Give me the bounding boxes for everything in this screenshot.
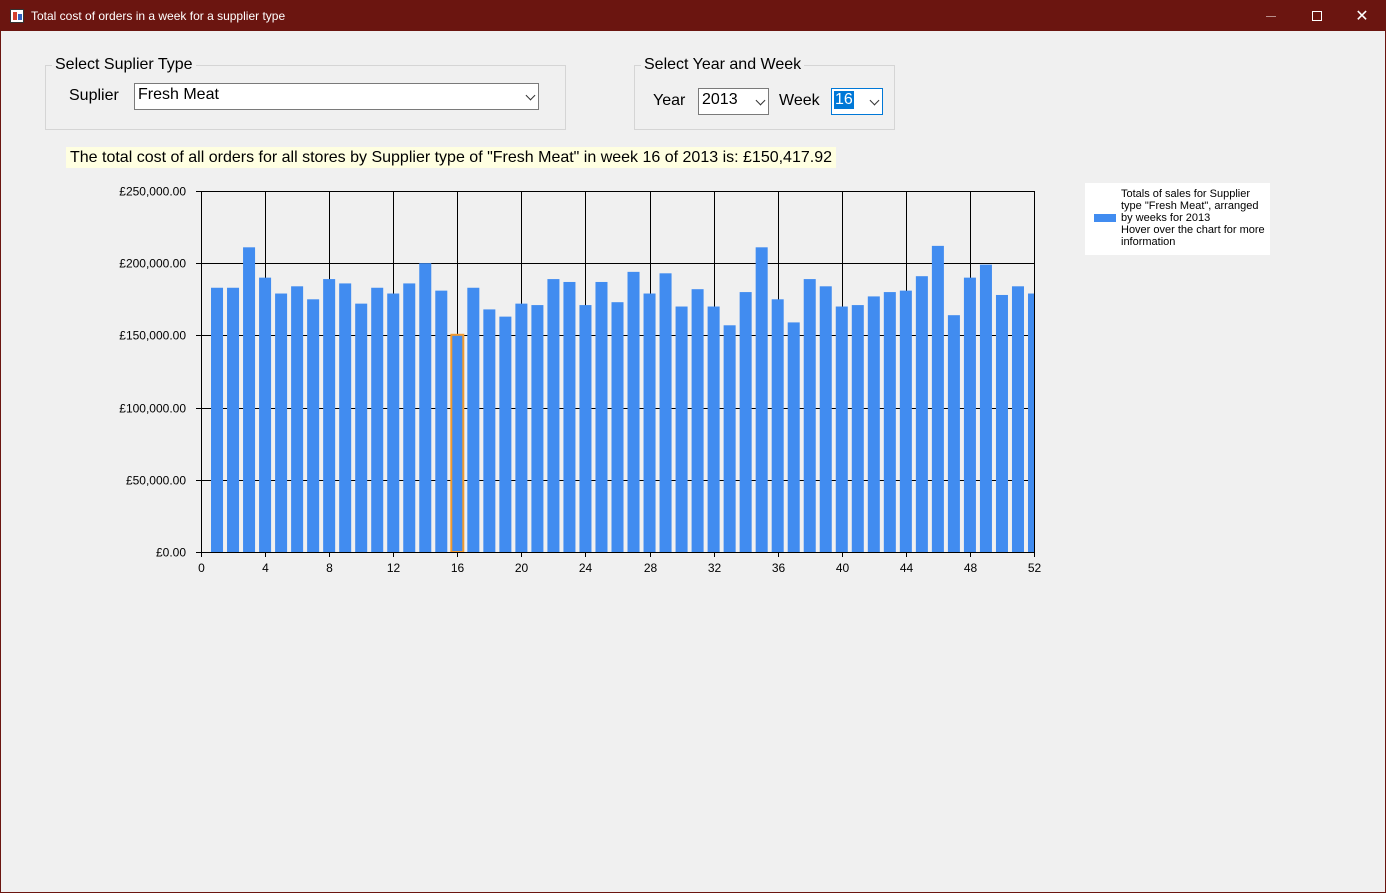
chart-bar[interactable] — [387, 293, 400, 552]
chart-bar[interactable] — [499, 316, 512, 552]
x-tick-label: 28 — [644, 561, 658, 575]
x-tick-label: 52 — [1028, 561, 1042, 575]
chart-bar[interactable] — [915, 276, 928, 552]
x-tick-label: 40 — [836, 561, 850, 575]
chart-bar[interactable] — [787, 322, 800, 552]
legend-swatch — [1094, 214, 1116, 222]
legend-hint-text: Hover over the chart for more informatio… — [1121, 224, 1265, 248]
chart-bar[interactable] — [227, 287, 240, 552]
y-tick-label: £150,000.00 — [119, 329, 186, 343]
chart-bar[interactable] — [883, 292, 896, 552]
chart-bar[interactable] — [723, 325, 736, 552]
chart-bar[interactable] — [339, 283, 352, 552]
chart-bar[interactable] — [563, 281, 576, 552]
weekly-cost-chart[interactable]: £0.00 £50,000.00 £100,000.00 £150,000.00 £20… — [1, 1, 1385, 601]
chart-bar[interactable] — [467, 287, 480, 552]
chart-bar[interactable] — [771, 299, 784, 552]
chart-bar[interactable] — [851, 305, 864, 552]
chart-bar[interactable] — [403, 283, 416, 552]
chart-bar[interactable] — [739, 292, 752, 552]
chart-bar[interactable] — [963, 277, 976, 552]
x-tick-label: 8 — [326, 561, 333, 575]
chart-legend: Totals of sales for Supplier type "Fresh… — [1085, 183, 1270, 255]
chart-bar[interactable] — [419, 263, 432, 552]
chart-bar[interactable] — [291, 286, 304, 552]
x-tick-label: 16 — [451, 561, 465, 575]
chart-bar[interactable] — [355, 303, 368, 552]
chart-bar[interactable] — [243, 247, 256, 553]
y-tick-label: £50,000.00 — [126, 474, 186, 488]
chart-bar[interactable] — [483, 309, 496, 552]
y-tick-label: £200,000.00 — [119, 257, 186, 271]
chart-bar[interactable] — [595, 281, 608, 552]
chart-bar[interactable] — [691, 289, 704, 552]
chart-bar[interactable] — [1011, 286, 1024, 552]
chart-bar[interactable] — [755, 247, 768, 553]
chart-bar[interactable] — [531, 305, 544, 552]
x-tick-label: 48 — [964, 561, 978, 575]
x-tick-label: 44 — [900, 561, 914, 575]
x-tick-label: 12 — [387, 561, 401, 575]
chart-bar[interactable] — [995, 294, 1008, 552]
chart-bar[interactable] — [947, 315, 960, 552]
y-tick-label: £100,000.00 — [119, 402, 186, 416]
legend-text: Totals of sales for Supplier type "Fresh… — [1121, 188, 1266, 248]
chart-bar[interactable] — [675, 306, 688, 552]
chart-bar[interactable] — [707, 306, 720, 552]
chart-bar[interactable] — [835, 306, 848, 552]
chart-bar[interactable] — [627, 271, 640, 552]
y-tick-label: £250,000.00 — [119, 185, 186, 199]
x-tick-label: 24 — [579, 561, 593, 575]
legend-series-text: Totals of sales for Supplier type "Fresh… — [1121, 188, 1259, 224]
chart-bar[interactable] — [211, 287, 224, 552]
chart-bar[interactable] — [435, 290, 448, 552]
chart-bar[interactable] — [611, 302, 624, 552]
x-tick-label: 36 — [772, 561, 786, 575]
chart-bar[interactable] — [259, 277, 272, 552]
x-tick-label: 20 — [515, 561, 529, 575]
chart-bar[interactable] — [643, 293, 656, 552]
chart-bar[interactable] — [803, 279, 816, 552]
chart-bar[interactable] — [547, 279, 560, 552]
y-tick-label: £0.00 — [156, 546, 186, 560]
chart-bar[interactable] — [1027, 293, 1034, 552]
x-tick-label: 32 — [708, 561, 722, 575]
chart-bar[interactable] — [371, 287, 384, 552]
x-tick-label: 0 — [198, 561, 205, 575]
chart-bar[interactable] — [819, 286, 832, 552]
chart-bar[interactable] — [867, 296, 880, 552]
chart-bar[interactable] — [899, 290, 912, 552]
chart-bar[interactable] — [979, 264, 992, 552]
chart-bar-highlighted[interactable] — [450, 333, 465, 553]
app-window: Total cost of orders in a week for a sup… — [0, 0, 1386, 893]
chart-bar[interactable] — [931, 245, 944, 552]
chart-bar[interactable] — [579, 305, 592, 552]
x-tick-label: 4 — [262, 561, 269, 575]
chart-bar[interactable] — [307, 299, 320, 552]
chart-bar[interactable] — [515, 303, 528, 552]
chart-bar[interactable] — [659, 273, 672, 552]
chart-bar[interactable] — [323, 279, 336, 552]
chart-bar[interactable] — [275, 293, 288, 552]
